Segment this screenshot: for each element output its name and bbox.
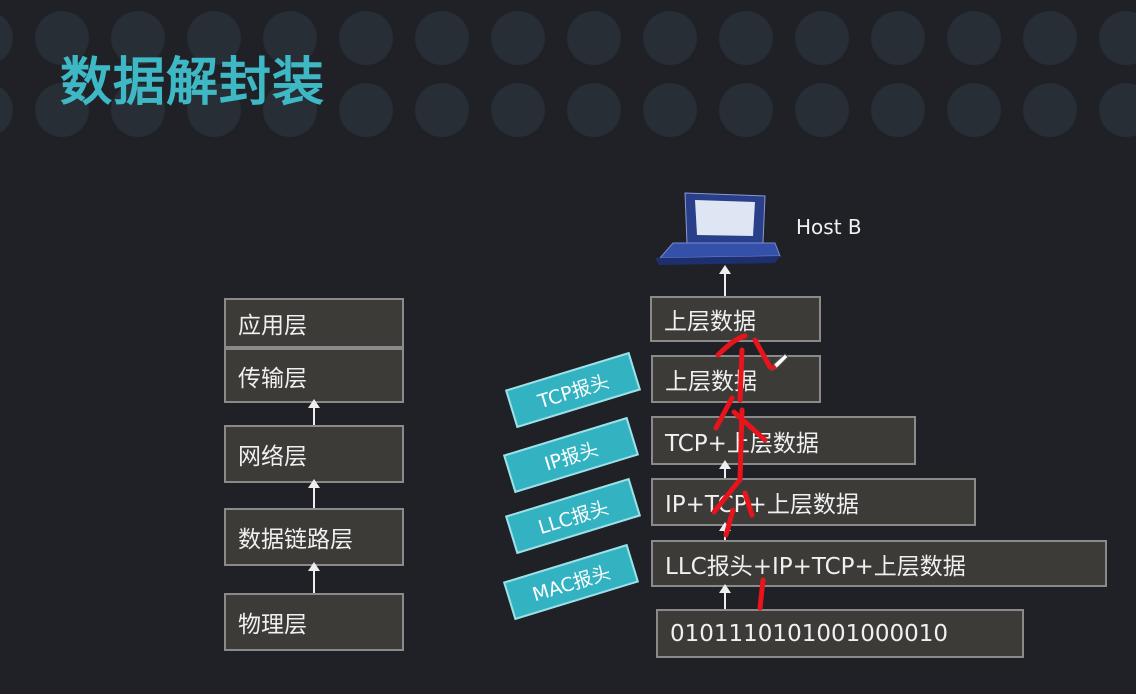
osi-layer-network: 网络层 [224,425,404,483]
background-dot [567,83,621,137]
pen-cursor-icon [770,353,789,373]
computer-icon [655,192,781,265]
background-dot [719,83,773,137]
stack-ip-tcp-data: IP+TCP+上层数据 [651,478,976,526]
stack-upper-data-top: 上层数据 [650,296,821,342]
osi-layer-physical: 物理层 [224,593,404,651]
background-dot [643,83,697,137]
background-dot [1023,83,1077,137]
background-dot [491,11,545,65]
background-dot [567,11,621,65]
background-dot [491,83,545,137]
stack-bitstream: 010111010100100001​0 [656,609,1024,658]
background-dot [0,86,13,134]
arrow-up-icon [308,479,320,508]
background-dot [795,11,849,65]
background-dot [871,11,925,65]
arrow-up-icon [308,562,320,593]
arrow-up-icon [719,265,731,296]
background-dot [719,11,773,65]
background-dot [415,11,469,65]
background-dot [415,83,469,137]
arrow-up-icon [719,460,731,478]
background-dot [1099,11,1136,65]
host-label: Host B [796,215,862,239]
background-dot [947,11,1001,65]
background-dot [643,11,697,65]
page-title: 数据解封装 [60,53,326,113]
stack-upper-data: 上层数据 [651,355,821,403]
stack-tcp-data: TCP+上层数据 [651,416,916,465]
arrow-up-icon [308,399,320,425]
background-dot [339,11,393,65]
arrow-up-icon [719,584,731,609]
background-dot [871,83,925,137]
background-dot [0,14,13,62]
osi-layer-application: 应用层 [224,298,404,348]
arrow-up-icon [719,522,731,540]
background-dot [339,83,393,137]
background-dot [1023,11,1077,65]
osi-layer-datalink: 数据链路层 [224,508,404,566]
background-dot [947,83,1001,137]
osi-layer-transport: 传输层 [224,348,404,403]
background-dot [795,83,849,137]
stack-llc-ip-tcp-data: LLC报头+IP+TCP+上层数据 [651,540,1107,587]
background-dot [1099,83,1136,137]
